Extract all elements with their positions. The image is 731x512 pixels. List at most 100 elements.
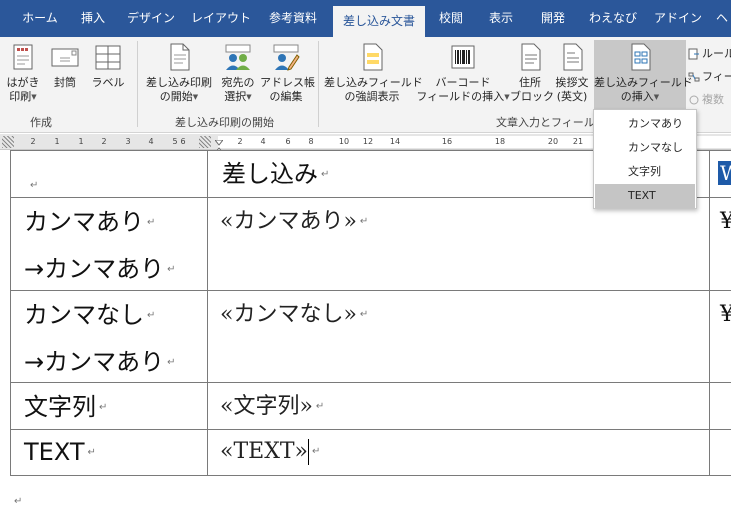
merge-field-dropdown: カンマあり カンマなし 文字列 TEXT xyxy=(593,109,697,209)
tab-addins[interactable]: アドイン xyxy=(652,0,704,37)
match-fields-button[interactable]: フィー xyxy=(688,68,731,84)
barcode-icon xyxy=(451,45,475,69)
ruler-tick: 1 xyxy=(78,137,84,146)
greeting-line-icon xyxy=(563,43,583,71)
ruler-margin-hash xyxy=(199,136,211,148)
table-cell[interactable]: TEXT ↵ xyxy=(10,429,208,476)
ruler-tick: 10 xyxy=(338,137,350,146)
edit-recipient-list-button[interactable]: アドレス帳 の編集 xyxy=(260,41,315,104)
tab-home[interactable]: ホーム xyxy=(14,0,66,37)
postcard-icon xyxy=(13,44,33,70)
table-cell[interactable]: ¥ xyxy=(709,197,731,291)
paragraph-mark: ↵ xyxy=(14,496,23,507)
highlight-fields-label-1: 差し込みフィールド xyxy=(324,76,423,89)
ruler-tick: 20 xyxy=(547,137,559,146)
paragraph-mark: ↵ xyxy=(321,169,330,180)
tab-design[interactable]: デザイン xyxy=(122,0,180,37)
document-merge-icon xyxy=(170,43,190,71)
tab-review[interactable]: 校閲 xyxy=(428,0,474,37)
table-cell[interactable]: «カンマなし» ↵ xyxy=(207,290,710,383)
table-cell[interactable]: «カンマあり» ↵ xyxy=(207,197,710,291)
row-label-line-1: カンマなし xyxy=(24,301,144,329)
tab-help[interactable]: ヘ xyxy=(712,0,731,37)
tab-insert[interactable]: 挿入 xyxy=(70,0,116,37)
match-fields-label: フィー xyxy=(702,70,731,83)
update-labels-icon xyxy=(689,95,699,105)
chevron-down-icon: ▼ xyxy=(504,93,510,101)
paragraph-mark: ↵ xyxy=(87,447,96,458)
table-cell[interactable] xyxy=(709,429,731,476)
insert-barcode-field-button[interactable]: バーコード フィールドの挿入▼ xyxy=(416,41,510,104)
row-label-line-1: カンマあり xyxy=(24,208,144,236)
tab-developer[interactable]: 開発 xyxy=(530,0,576,37)
paragraph-mark: ↵ xyxy=(147,310,156,321)
ruler-tick: 2 xyxy=(30,137,36,146)
table-cell[interactable]: W xyxy=(709,150,731,198)
table-cell[interactable]: «文字列» ↵ xyxy=(207,382,710,430)
highlight-fields-icon xyxy=(363,43,383,71)
highlight-merge-fields-button[interactable]: 差し込みフィールド の強調表示 xyxy=(324,41,423,104)
row-label-line-2: →カンマあり xyxy=(24,348,165,376)
row-label-line-1: TEXT xyxy=(24,438,85,466)
select-recipients-label-2: 選択 xyxy=(224,90,247,103)
greeting-line-button[interactable]: 挨拶文 (英文) xyxy=(551,41,593,104)
paragraph-mark: ↵ xyxy=(167,357,176,368)
rules-icon xyxy=(688,48,699,60)
dropdown-item-no-comma[interactable]: カンマなし xyxy=(595,136,695,160)
ruler-tick: 3 xyxy=(125,137,131,146)
update-labels-label: 複数 xyxy=(702,93,724,106)
address-block-button[interactable]: 住所 ブロック xyxy=(510,41,554,104)
postcard-print-button[interactable]: はがき 印刷▼ xyxy=(3,41,43,104)
ruler-margin-hash xyxy=(2,136,14,148)
select-recipients-button[interactable]: 宛先の 選択▼ xyxy=(218,41,258,104)
dropdown-item-comma[interactable]: カンマあり xyxy=(595,112,695,136)
greeting-line-label-2: (英文) xyxy=(556,90,588,103)
ruler-tick: 6 xyxy=(285,137,291,146)
ribbon-tab-bar: ホーム 挿入 デザイン レイアウト 参考資料 差し込み文書 校閲 表示 開発 わ… xyxy=(0,0,731,37)
start-mail-merge-button[interactable]: 差し込み印刷 の開始▼ xyxy=(143,41,215,104)
table-cell[interactable]: «TEXT» ↵ xyxy=(207,429,710,476)
merge-field[interactable]: «TEXT» xyxy=(220,439,308,464)
dropdown-item-text[interactable]: TEXT xyxy=(595,184,695,208)
greeting-line-label-1: 挨拶文 xyxy=(555,76,589,89)
address-block-label-2: ブロック xyxy=(510,90,554,103)
label-button[interactable]: ラベル xyxy=(88,41,128,90)
table-cell[interactable] xyxy=(709,382,731,430)
table-cell[interactable]: カンマあり ↵ →カンマあり ↵ xyxy=(10,197,208,291)
postcard-label-1: はがき xyxy=(6,76,40,89)
merge-field[interactable]: «文字列» xyxy=(220,394,313,419)
tab-mailings[interactable]: 差し込み文書 xyxy=(333,6,425,37)
insert-merge-field-button[interactable]: 差し込みフィールド の挿入▼ xyxy=(594,40,693,112)
table-cell[interactable]: 文字列 ↵ xyxy=(10,382,208,430)
tab-references[interactable]: 参考資料 xyxy=(260,0,326,37)
table-cell[interactable]: ¥ xyxy=(709,290,731,383)
group-label-write-insert: 文章入力とフィールド xyxy=(496,116,606,129)
recipients-icon xyxy=(225,44,251,70)
currency-text: ¥ xyxy=(720,209,731,234)
merge-field[interactable]: «カンマなし» xyxy=(220,302,357,327)
match-fields-icon xyxy=(688,72,700,82)
paragraph-mark: ↵ xyxy=(167,264,176,275)
paragraph-mark: ↵ xyxy=(312,446,321,457)
rules-button[interactable]: ルール xyxy=(688,45,731,61)
address-block-icon xyxy=(521,43,541,71)
update-labels-button[interactable]: 複数 xyxy=(688,91,724,107)
select-recipients-label-1: 宛先の xyxy=(221,76,255,89)
table-cell[interactable]: ↵ xyxy=(10,150,208,198)
envelope-button[interactable]: 封筒 xyxy=(45,41,85,90)
paragraph-mark: ↵ xyxy=(359,216,369,227)
paragraph-mark: ↵ xyxy=(359,309,369,320)
selected-text: W xyxy=(718,161,731,185)
tab-layout[interactable]: レイアウト xyxy=(188,0,254,37)
merge-field[interactable]: «カンマあり» xyxy=(220,209,357,234)
paragraph-mark: ↵ xyxy=(147,217,156,228)
ruler-tick: 18 xyxy=(494,137,506,146)
table-row: カンマなし ↵ →カンマあり ↵ «カンマなし» ↵ ¥ xyxy=(10,290,731,383)
ruler-tick: 4 xyxy=(148,137,154,146)
start-merge-label-1: 差し込み印刷 xyxy=(146,76,212,89)
table-cell[interactable]: カンマなし ↵ →カンマあり ↵ xyxy=(10,290,208,383)
tab-waenavi[interactable]: わえなび xyxy=(582,0,644,37)
ruler-tick: 14 xyxy=(389,137,401,146)
dropdown-item-string[interactable]: 文字列 xyxy=(595,160,695,184)
tab-view[interactable]: 表示 xyxy=(478,0,524,37)
